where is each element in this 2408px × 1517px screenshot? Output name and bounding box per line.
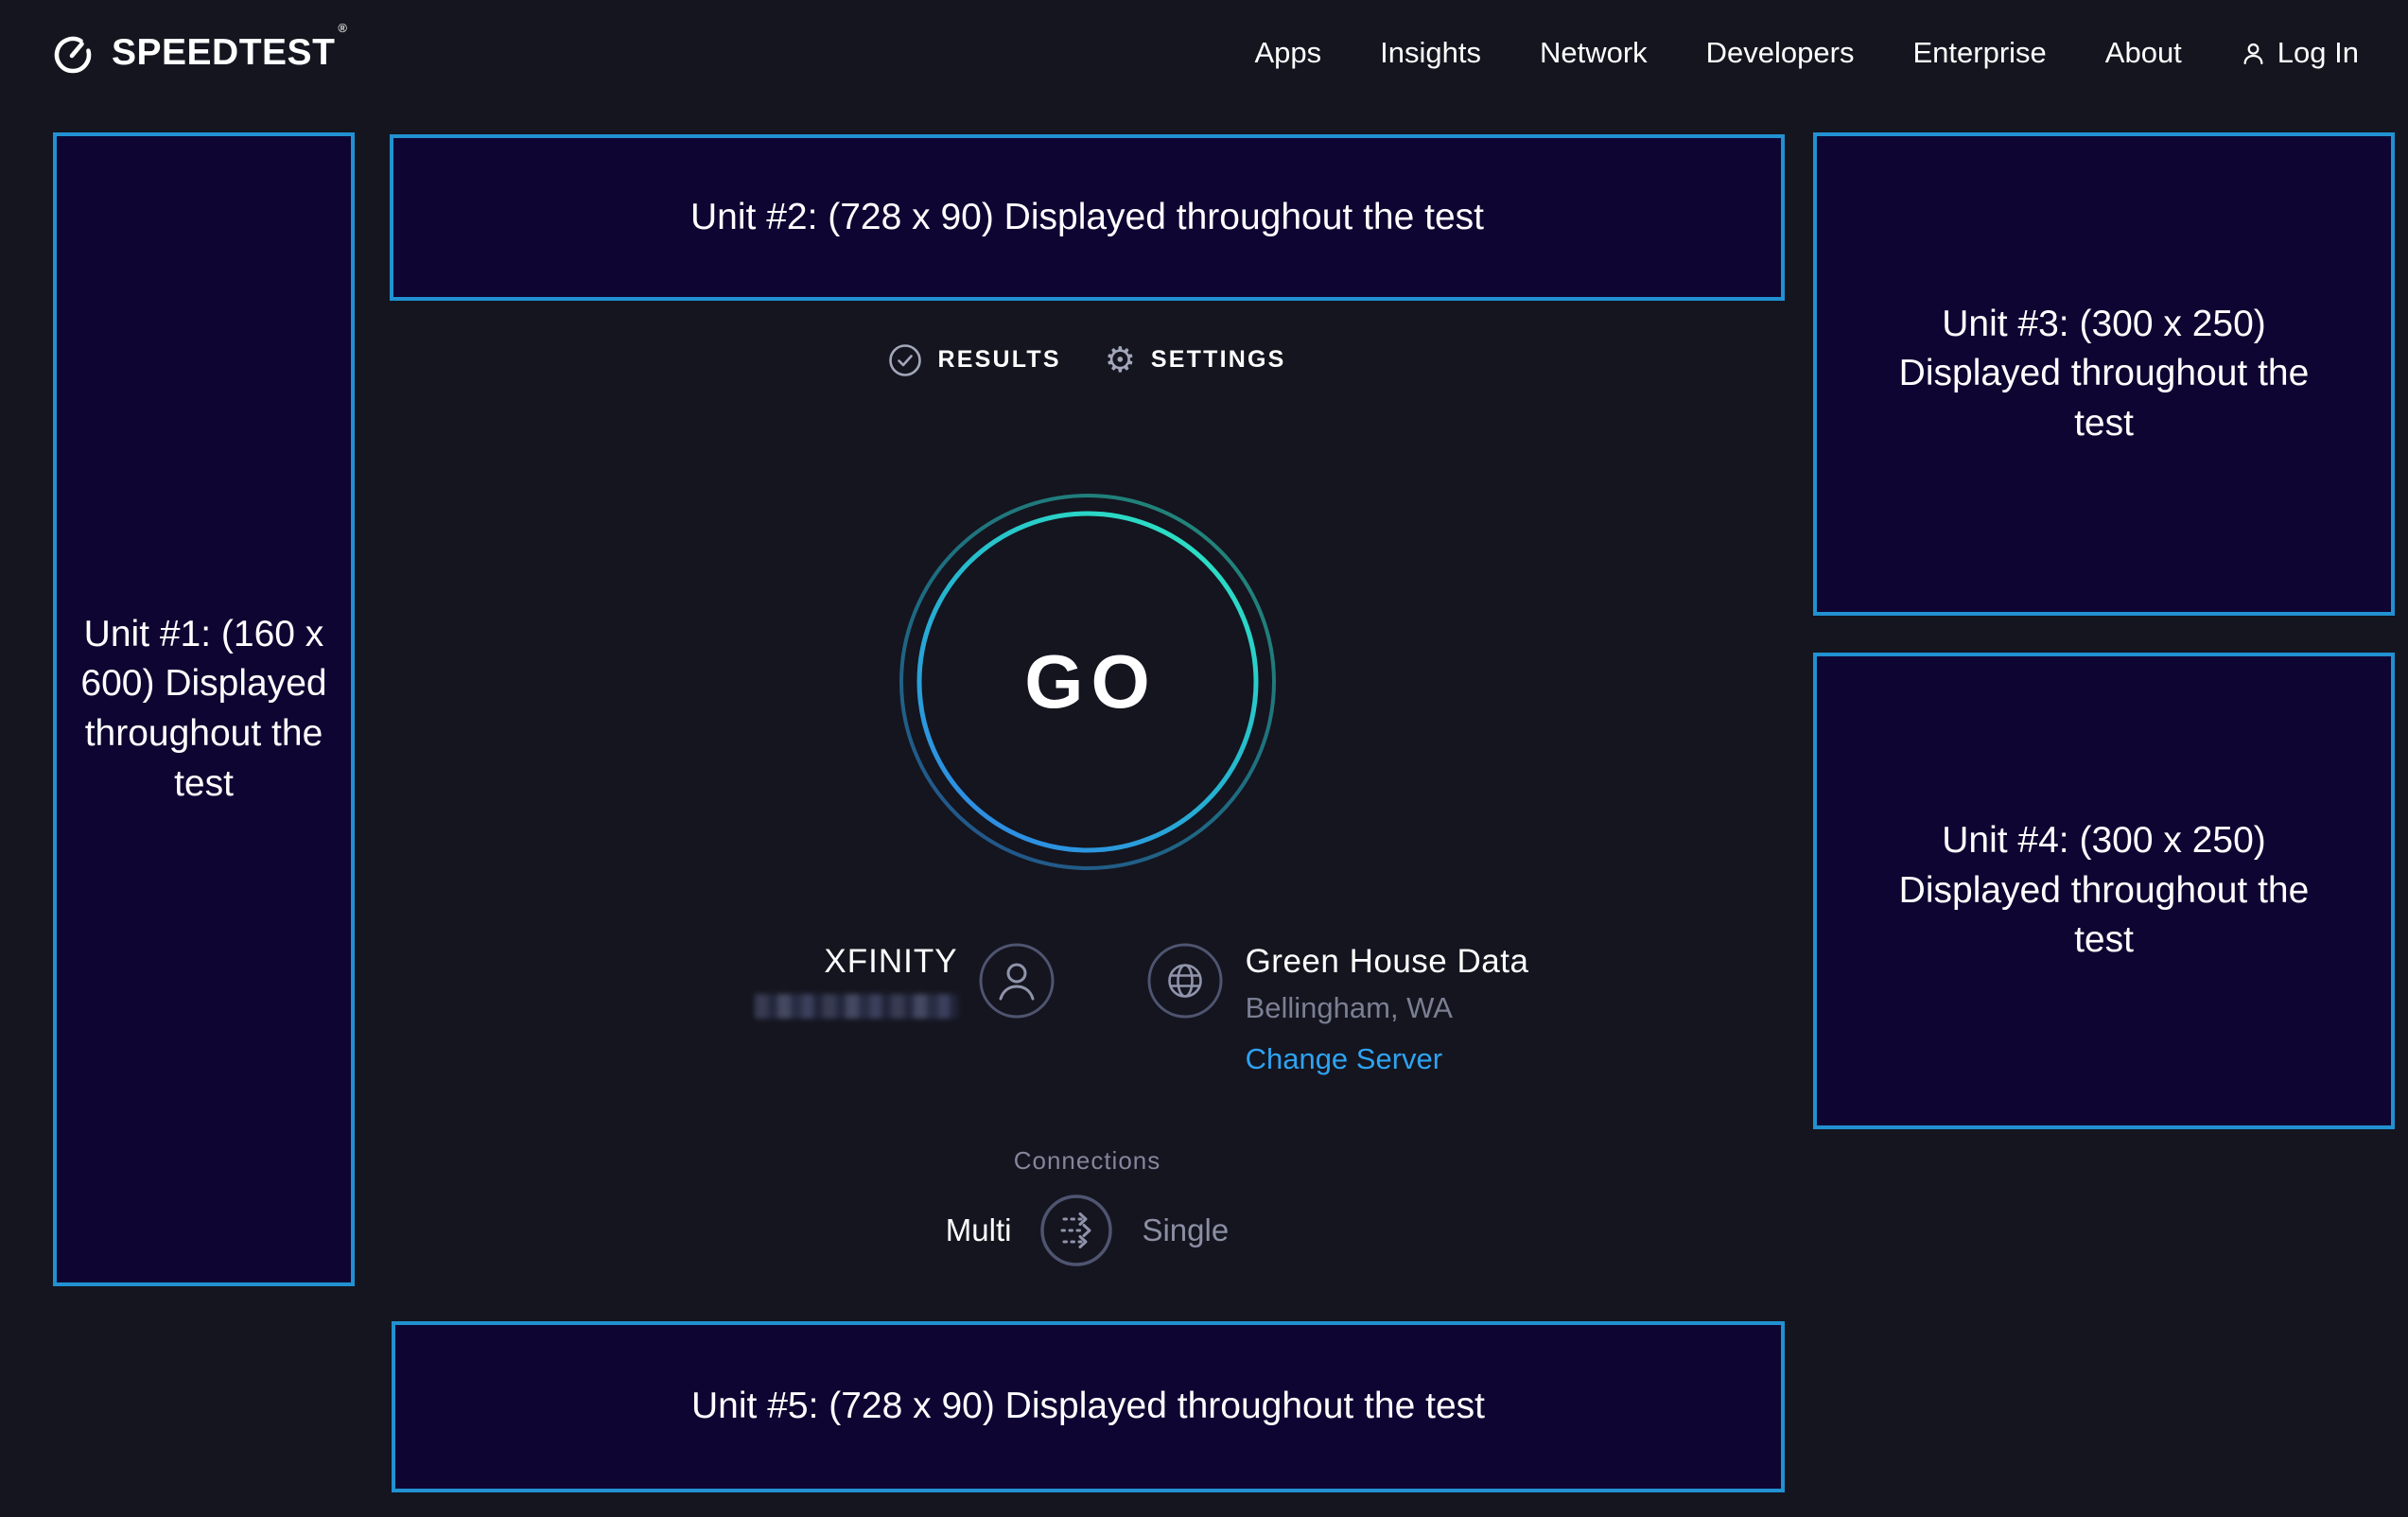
multi-connections-toggle-icon[interactable]	[1039, 1194, 1113, 1267]
tabs-row: RESULTS ⚙ SETTINGS	[390, 342, 1785, 377]
speedtest-logo[interactable]: SPEEDTEST®	[49, 29, 347, 77]
tab-settings[interactable]: ⚙ SETTINGS	[1105, 342, 1286, 377]
go-button-label: GO	[879, 473, 1297, 891]
connection-info-row: XFINITY Green House Data Bellingham, WA …	[390, 932, 1785, 1076]
go-button[interactable]: GO	[879, 473, 1297, 891]
nav-item-about[interactable]: About	[2105, 36, 2182, 70]
ad-unit-1-label: Unit #1: (160 x 600) Displayed throughou…	[80, 610, 328, 810]
server-name: Green House Data	[1246, 943, 1529, 981]
obscured-ip-address	[755, 994, 958, 1019]
connections-label: Connections	[390, 1146, 1785, 1176]
gear-icon: ⚙	[1105, 342, 1136, 377]
gauge-icon	[49, 29, 96, 77]
user-icon	[2241, 41, 2266, 66]
isp-block: XFINITY	[646, 932, 958, 1019]
globe-icon	[1147, 943, 1223, 1019]
isp-name: XFINITY	[646, 943, 958, 981]
ad-unit-3-rectangle: Unit #3: (300 x 250) Displayed throughou…	[1813, 132, 2395, 616]
ad-unit-4-rectangle: Unit #4: (300 x 250) Displayed throughou…	[1813, 653, 2395, 1129]
connections-option-single[interactable]: Single	[1142, 1212, 1229, 1248]
check-circle-icon	[888, 343, 922, 377]
server-block: Green House Data Bellingham, WA Change S…	[1246, 932, 1529, 1076]
server-location: Bellingham, WA	[1246, 991, 1529, 1025]
change-server-link[interactable]: Change Server	[1246, 1042, 1529, 1076]
speedtest-main-panel: RESULTS ⚙ SETTINGS GO XFINITY	[390, 0, 1785, 1517]
ad-unit-3-label: Unit #3: (300 x 250) Displayed throughou…	[1893, 300, 2314, 449]
tab-results-label: RESULTS	[937, 346, 1060, 374]
ad-unit-4-label: Unit #4: (300 x 250) Displayed throughou…	[1893, 816, 2314, 966]
ad-unit-1-skyscraper: Unit #1: (160 x 600) Displayed throughou…	[53, 132, 355, 1286]
tab-results[interactable]: RESULTS	[888, 343, 1060, 377]
trademark-symbol: ®	[338, 21, 347, 35]
logo-text: SPEEDTEST®	[112, 32, 347, 74]
login-button[interactable]: Log In	[2241, 36, 2359, 70]
connections-toggle-row: Multi Single	[390, 1194, 1785, 1267]
user-circle-icon	[979, 943, 1055, 1019]
nav-item-enterprise[interactable]: Enterprise	[1912, 36, 2046, 70]
tab-settings-label: SETTINGS	[1151, 346, 1286, 374]
connections-option-multi[interactable]: Multi	[946, 1212, 1012, 1248]
